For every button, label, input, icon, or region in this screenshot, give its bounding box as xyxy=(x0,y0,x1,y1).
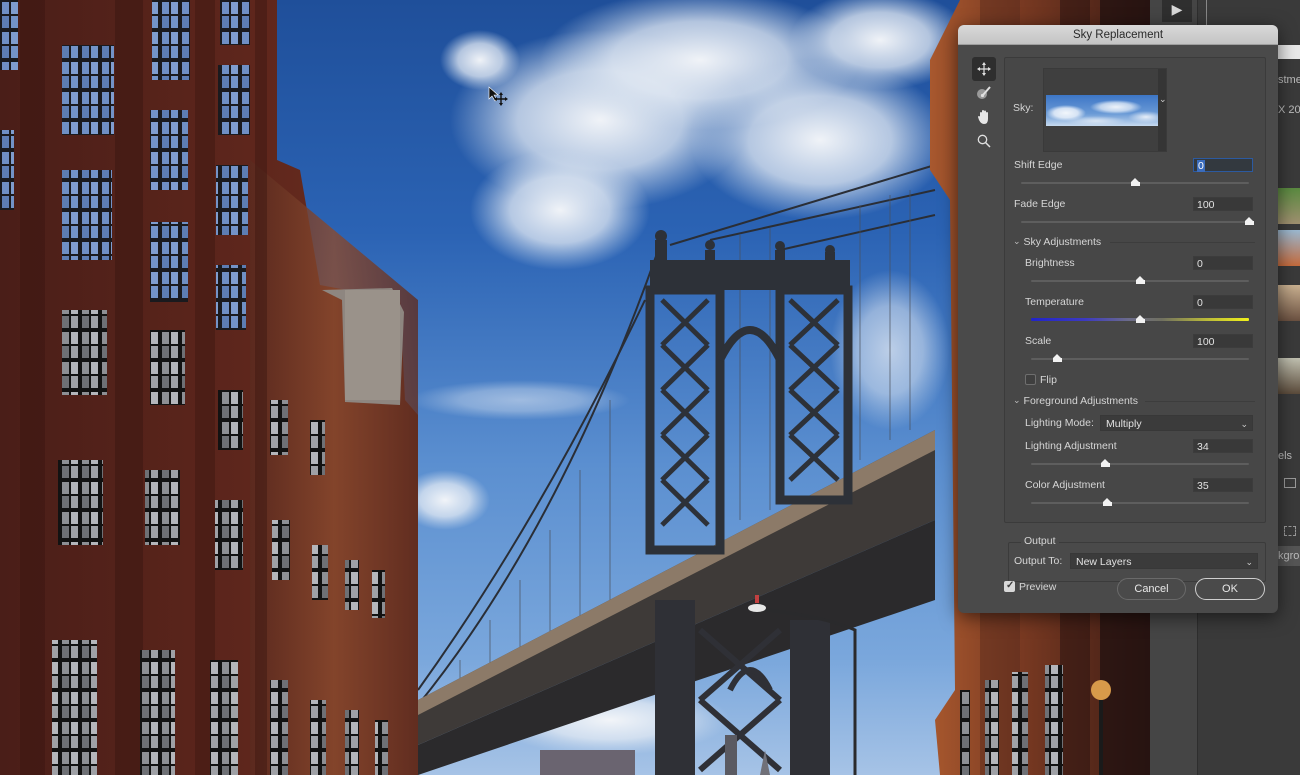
color-adjustment-slider-thumb[interactable] xyxy=(1102,498,1112,506)
shift-edge-label: Shift Edge xyxy=(1014,159,1063,171)
sky-adjustments-toggle[interactable]: ⌄ Sky Adjustments xyxy=(1013,236,1101,248)
flip-label: Flip xyxy=(1040,374,1057,386)
lighting-adjustment-input[interactable]: 34 xyxy=(1193,439,1253,453)
foreground-adjustments-toggle[interactable]: ⌄ Foreground Adjustments xyxy=(1013,395,1138,407)
move-icon xyxy=(977,62,991,76)
chevron-down-icon: ⌄ xyxy=(1013,236,1021,246)
scale-slider-track[interactable] xyxy=(1031,358,1249,360)
move-cursor-icon xyxy=(488,86,510,108)
chevron-down-icon: ⌄ xyxy=(1245,557,1253,567)
scale-label: Scale xyxy=(1025,335,1052,347)
image-icon[interactable] xyxy=(1284,478,1296,488)
cancel-button[interactable]: Cancel xyxy=(1117,578,1186,600)
bridge-tower xyxy=(645,230,853,775)
hand-icon xyxy=(978,110,988,124)
fade-edge-label: Fade Edge xyxy=(1014,198,1066,210)
output-to-select[interactable]: New Layers ⌄ xyxy=(1070,553,1258,569)
fade-edge-slider-track[interactable] xyxy=(1021,221,1249,223)
flip-checkbox[interactable] xyxy=(1025,374,1036,385)
temperature-input[interactable]: 0 xyxy=(1193,295,1253,309)
zoom-tool-button[interactable] xyxy=(972,129,996,153)
brightness-slider-thumb[interactable] xyxy=(1135,276,1145,284)
output-to-label: Output To: xyxy=(1014,555,1063,567)
panel-divider xyxy=(1206,0,1207,25)
fade-edge-input[interactable]: 100 xyxy=(1193,197,1253,211)
sky-preset-thumbnail[interactable] xyxy=(1278,230,1300,266)
panel-swatch xyxy=(1278,45,1300,59)
sky-replacement-dialog: Sky Replacement Sky: ⌄ Shift Edge 0 Fade… xyxy=(958,25,1278,613)
preview-checkbox[interactable] xyxy=(1004,580,1015,592)
foreground-adjustments-heading: Foreground Adjustments xyxy=(1023,395,1138,407)
settings-panel: Sky: ⌄ Shift Edge 0 Fade Edge 100 ⌄ Sky A… xyxy=(1004,57,1266,523)
sky-brush-tool-button[interactable] xyxy=(972,81,996,105)
output-to-value: New Layers xyxy=(1076,556,1132,568)
sky-preset-thumbnail[interactable] xyxy=(1278,188,1300,224)
shift-edge-value: 0 xyxy=(1197,160,1205,172)
temperature-label: Temperature xyxy=(1025,296,1084,308)
sky-adjustments-heading: Sky Adjustments xyxy=(1023,236,1102,248)
preview-label: Preview xyxy=(1019,581,1057,593)
brightness-input[interactable]: 0 xyxy=(1193,256,1253,270)
hand-tool-button[interactable] xyxy=(972,105,996,129)
sky-picker-scrollbar[interactable] xyxy=(1158,69,1166,151)
shift-edge-input[interactable]: 0 xyxy=(1193,158,1253,172)
sky-picker[interactable] xyxy=(1043,68,1167,152)
crop-icon[interactable] xyxy=(1284,526,1296,536)
lighting-mode-label: Lighting Mode: xyxy=(1025,417,1094,429)
zoom-icon xyxy=(977,134,991,148)
sky-label: Sky: xyxy=(1013,102,1034,114)
output-heading: Output xyxy=(1021,535,1059,547)
lighting-mode-select[interactable]: Multiply ⌄ xyxy=(1100,415,1253,431)
move-tool-button[interactable] xyxy=(972,57,996,81)
lighting-adjustment-slider-track[interactable] xyxy=(1031,463,1249,465)
output-group: Output Output To: New Layers ⌄ xyxy=(1008,535,1266,582)
lighting-mode-value: Multiply xyxy=(1106,418,1142,430)
lighting-adjustment-slider-thumb[interactable] xyxy=(1100,459,1110,467)
section-divider xyxy=(1110,242,1255,243)
sky-preset-thumbnail[interactable] xyxy=(1278,358,1300,394)
dialog-title-bar[interactable]: Sky Replacement xyxy=(958,25,1278,45)
scale-input[interactable]: 100 xyxy=(1193,334,1253,348)
play-icon: ▶ xyxy=(1171,1,1183,17)
channels-tab-label[interactable]: els xyxy=(1278,450,1292,462)
brightness-label: Brightness xyxy=(1025,257,1075,269)
sky-preset-thumbnail[interactable] xyxy=(1278,285,1300,321)
sky-preset-preview[interactable] xyxy=(1046,95,1158,126)
background-layer-label: kgrou xyxy=(1278,550,1300,562)
adjustments-tab-label[interactable]: stme xyxy=(1278,74,1300,86)
chevron-down-icon: ⌄ xyxy=(1240,419,1248,429)
dialog-title: Sky Replacement xyxy=(1072,29,1164,41)
sky-brush-icon xyxy=(977,86,991,99)
ok-button[interactable]: OK xyxy=(1195,578,1265,600)
temperature-slider-thumb[interactable] xyxy=(1135,315,1145,323)
photoshop-workspace: ▶ stme X 202 els kgrou Sky Replacement xyxy=(0,0,1300,775)
play-button[interactable]: ▶ xyxy=(1162,0,1192,22)
color-adjustment-slider-track[interactable] xyxy=(1031,502,1249,504)
color-adjustment-input[interactable]: 35 xyxy=(1193,478,1253,492)
chevron-down-icon: ⌄ xyxy=(1013,395,1021,405)
tool-column xyxy=(972,57,998,153)
scale-slider-thumb[interactable] xyxy=(1052,354,1062,362)
preset-label: X 202 xyxy=(1278,104,1300,116)
color-adjustment-label: Color Adjustment xyxy=(1025,479,1105,491)
lighting-adjustment-label: Lighting Adjustment xyxy=(1025,440,1117,452)
section-divider xyxy=(1145,401,1255,402)
left-brick-building xyxy=(0,0,418,775)
fade-edge-slider-thumb[interactable] xyxy=(1244,217,1254,225)
chevron-down-icon[interactable]: ⌄ xyxy=(1159,94,1167,105)
shift-edge-slider-thumb[interactable] xyxy=(1130,178,1140,186)
